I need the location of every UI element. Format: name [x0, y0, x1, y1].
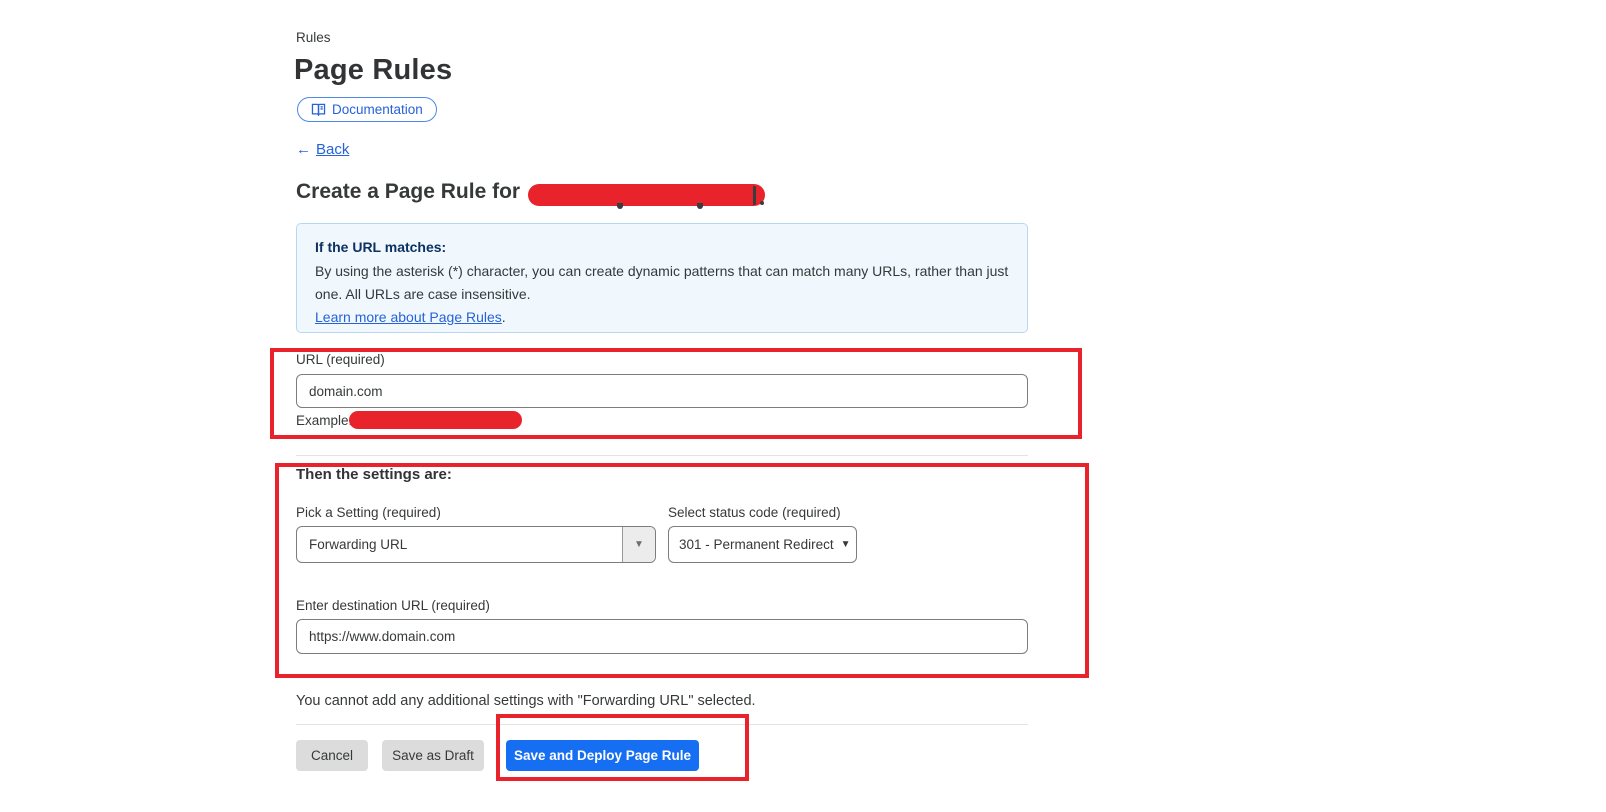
- create-page-rule-title: Create a Page Rule for: [296, 180, 520, 204]
- info-box-heading: If the URL matches:: [315, 236, 1009, 259]
- destination-url-label: Enter destination URL (required): [296, 598, 490, 613]
- form-actions: Cancel Save as Draft Save and Deploy Pag…: [296, 740, 699, 771]
- back-link-label: Back: [316, 141, 349, 158]
- pick-setting-label: Pick a Setting (required): [296, 505, 441, 520]
- chevron-down-icon: ▼: [841, 539, 851, 550]
- status-code-label: Select status code (required): [668, 505, 841, 520]
- redaction-marker-title: [528, 184, 765, 206]
- book-icon: [311, 103, 326, 116]
- info-box-body: By using the asterisk (*) character, you…: [315, 260, 1009, 306]
- page-rules-screen: Rules Page Rules Documentation ← Back Cr…: [0, 0, 1606, 812]
- link-suffix: .: [502, 309, 506, 325]
- url-match-info-box: If the URL matches: By using the asteris…: [296, 223, 1028, 333]
- redacted-text-remnant: [697, 203, 703, 209]
- cancel-button[interactable]: Cancel: [296, 740, 368, 771]
- learn-more-link[interactable]: Learn more about Page Rules: [315, 309, 502, 325]
- forwarding-url-note: You cannot add any additional settings w…: [296, 693, 756, 709]
- page-title: Page Rules: [294, 54, 452, 87]
- pick-setting-value: Forwarding URL: [297, 537, 622, 552]
- save-as-draft-button[interactable]: Save as Draft: [382, 740, 484, 771]
- section-divider: [296, 724, 1028, 725]
- status-code-value: 301 - Permanent Redirect: [679, 537, 834, 552]
- url-field-label: URL (required): [296, 352, 385, 367]
- redacted-text-remnant: [617, 203, 623, 209]
- back-link[interactable]: ← Back: [296, 141, 349, 158]
- section-divider: [296, 455, 1028, 456]
- status-code-dropdown[interactable]: 301 - Permanent Redirect ▼: [668, 526, 857, 563]
- breadcrumb: Rules: [296, 30, 331, 45]
- url-example-label: Example:: [296, 413, 352, 428]
- documentation-button-label: Documentation: [332, 102, 423, 117]
- save-and-deploy-button[interactable]: Save and Deploy Page Rule: [506, 740, 699, 771]
- chevron-down-icon: ▼: [622, 527, 655, 562]
- settings-section-heading: Then the settings are:: [296, 466, 452, 483]
- redacted-text-remnant: [760, 201, 764, 205]
- destination-url-input[interactable]: [296, 619, 1028, 654]
- documentation-button[interactable]: Documentation: [297, 97, 437, 122]
- redaction-marker-example: [349, 411, 522, 429]
- pick-setting-dropdown[interactable]: Forwarding URL ▼: [296, 526, 656, 563]
- back-arrow-icon: ←: [296, 141, 311, 158]
- url-input[interactable]: [296, 374, 1028, 408]
- redacted-text-remnant: [753, 186, 756, 205]
